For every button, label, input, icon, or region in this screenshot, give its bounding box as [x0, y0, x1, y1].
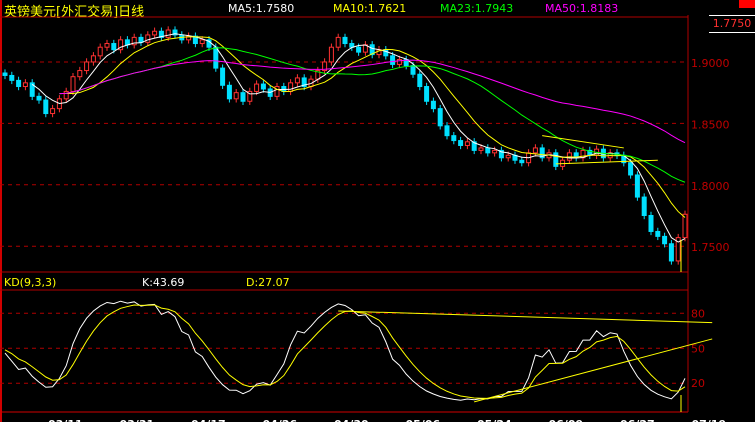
candle-down [655, 230, 661, 237]
price-tick-label: 1.7500 [691, 241, 730, 254]
candle-up [97, 46, 103, 57]
candle-down [16, 79, 22, 88]
candle-up [233, 92, 239, 100]
candle-up [199, 39, 205, 45]
candle-up [165, 29, 171, 38]
kd-trendline [338, 310, 713, 324]
candle-up [288, 82, 294, 92]
date-label: 04/30 [334, 418, 369, 422]
candle-down [124, 39, 130, 46]
date-label: 05/06 [406, 418, 441, 422]
kd-tick-label: 20 [691, 377, 705, 390]
candle-down [240, 92, 246, 102]
candle-up [478, 147, 484, 151]
chart-canvas[interactable]: 1.90001.85001.80001.750080502003/1103/31… [0, 0, 755, 422]
candle-down [437, 108, 443, 127]
candle-down [2, 72, 8, 76]
ma10-line [59, 36, 686, 218]
date-label: 06/09 [549, 418, 584, 422]
candle-down [260, 83, 266, 90]
candle-down [111, 43, 117, 51]
candle-up [505, 154, 511, 159]
candle-down [36, 95, 42, 101]
candle-down [662, 235, 668, 245]
candle-down [342, 36, 348, 45]
date-label: 04/17 [191, 418, 226, 422]
candle-down [444, 125, 450, 137]
candle-down [451, 135, 457, 142]
candle-down [220, 67, 226, 86]
candle-down [634, 174, 640, 198]
price-tick-label: 1.9000 [691, 57, 730, 70]
candle-up [63, 90, 69, 100]
candle-up [464, 141, 470, 146]
candle-up [90, 55, 96, 63]
candle-up [152, 30, 158, 36]
candle-down [356, 46, 362, 53]
candle-up [84, 61, 90, 72]
price-tick-label: 1.8500 [691, 118, 730, 131]
candle-down [417, 73, 423, 88]
candle-down [226, 84, 232, 100]
candle-down [430, 100, 436, 110]
candle-down [519, 159, 525, 164]
candle-up [294, 77, 300, 84]
candle-up [50, 108, 56, 115]
candle-down [458, 140, 464, 146]
price-trendline [555, 159, 658, 165]
candle-down [213, 46, 219, 69]
date-label: 03/31 [120, 418, 155, 422]
date-label: 05/24 [477, 418, 512, 422]
candle-down [138, 36, 144, 43]
candle-down [390, 55, 396, 65]
ma23-line [59, 47, 686, 183]
candle-up [22, 82, 28, 88]
candle-down [410, 65, 416, 75]
candle-up [328, 46, 334, 63]
price-tick-label: 1.8000 [691, 180, 730, 193]
candle-down [641, 196, 647, 216]
ma5-line [31, 33, 686, 243]
ma50-line [59, 59, 686, 144]
date-label: 03/11 [48, 418, 83, 422]
candle-down [43, 99, 49, 115]
candle-down [9, 74, 15, 81]
candle-down [628, 162, 634, 176]
candle-down [648, 214, 654, 232]
candle-down [668, 243, 674, 262]
candle-up [254, 83, 260, 92]
price-trendline [542, 135, 624, 149]
candle-up [682, 213, 688, 239]
date-label: 07/19 [692, 418, 727, 422]
candle-up [104, 43, 110, 48]
candle-down [424, 86, 430, 102]
candle-up [70, 76, 76, 92]
date-label: 04/26 [263, 418, 298, 422]
date-label: 06/27 [620, 418, 655, 422]
candle-up [335, 36, 341, 48]
candle-down [485, 147, 491, 154]
kd-tick-label: 80 [691, 307, 705, 320]
candle-up [532, 147, 538, 154]
candle-up [145, 34, 151, 43]
candle-up [492, 149, 498, 154]
candle-up [77, 70, 83, 78]
